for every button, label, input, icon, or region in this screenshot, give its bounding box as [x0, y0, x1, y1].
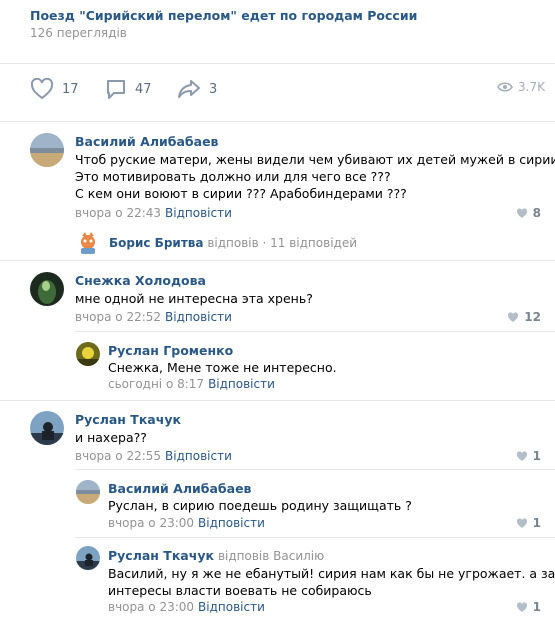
divider	[0, 400, 555, 401]
comment-meta: вчора о 22:55 Відповісти	[75, 449, 232, 463]
comment-like-button[interactable]: 1	[516, 516, 541, 530]
comment-meta: вчора о 22:52 Відповісти	[75, 310, 232, 324]
like-count: 1	[532, 449, 541, 463]
reply-button[interactable]: Відповісти	[198, 516, 265, 530]
comment-text-line: мне одной не интересна эта хрень?	[75, 291, 313, 306]
comment-text-line: Василий, ну я же не ебанутый! сирия нам …	[108, 566, 555, 581]
comment-text-line: и нахера??	[75, 430, 147, 445]
like-count: 12	[524, 310, 541, 324]
comment-time[interactable]: вчора о 23:00	[108, 516, 194, 530]
comment-time[interactable]: сьогодні о 8:17	[108, 377, 204, 391]
comment-meta: сьогодні о 8:17 Відповісти	[108, 377, 275, 391]
reply-button[interactable]: Відповісти	[208, 377, 275, 391]
divider	[75, 537, 555, 538]
comment-author[interactable]: Руслан Громенко	[108, 343, 233, 358]
comment-icon	[107, 80, 125, 99]
share-button[interactable]: 3	[177, 78, 217, 100]
views-count: 3.7K	[518, 80, 545, 94]
post-actions: 17 47 3 3.7K	[30, 78, 545, 102]
comment-like-button[interactable]: 8	[516, 206, 541, 220]
comment-author[interactable]: Василий Алибабаев	[108, 481, 251, 496]
avatar[interactable]	[76, 480, 100, 504]
like-count: 17	[62, 81, 79, 97]
comment-button[interactable]: 47	[105, 78, 152, 100]
heart-icon	[516, 450, 527, 461]
reply-button[interactable]: Відповісти	[198, 600, 265, 614]
share-count: 3	[209, 81, 218, 97]
comment-like-button[interactable]: 1	[516, 600, 541, 614]
comment-like-button[interactable]: 12	[507, 310, 541, 324]
comment-author[interactable]: Снежка Холодова	[75, 273, 206, 288]
like-count: 1	[532, 516, 541, 530]
avatar[interactable]	[76, 231, 100, 255]
heart-icon	[30, 78, 54, 100]
comment-count: 47	[135, 81, 152, 97]
post-views: 126 переглядів	[30, 26, 127, 40]
comment-text-line: Это мотивировать должно или для чего все…	[75, 169, 391, 184]
heart-icon	[508, 311, 519, 322]
comment-text-line: Снежка, Мене тоже не интересно.	[108, 360, 337, 375]
reply-button[interactable]: Відповісти	[165, 310, 232, 324]
divider	[0, 121, 555, 122]
avatar[interactable]	[30, 133, 64, 167]
post-title[interactable]: Поезд "Сирийский перелом" едет по города…	[30, 8, 417, 23]
heart-icon	[516, 207, 527, 218]
comment-meta: вчора о 23:00 Відповісти	[108, 600, 265, 614]
comment-author[interactable]: Василий Алибабаев	[75, 134, 218, 149]
reply-button[interactable]: Відповісти	[165, 449, 232, 463]
divider	[75, 331, 555, 332]
comment-time[interactable]: вчора о 22:43	[75, 206, 161, 220]
heart-icon	[516, 601, 527, 612]
comment-time[interactable]: вчора о 22:55	[75, 449, 161, 463]
comment-meta: вчора о 22:43 Відповісти	[75, 206, 232, 220]
views-counter: 3.7K	[497, 80, 545, 94]
thread-count[interactable]: · 11 відповідей	[263, 236, 358, 250]
comment-text-line: Руслан, в сирию поедешь родину защищать …	[108, 498, 412, 513]
comment-time[interactable]: вчора о 23:00	[108, 600, 194, 614]
thread-summary[interactable]: Борис Бритва відповів · 11 відповідей	[109, 236, 357, 250]
like-count: 8	[532, 206, 541, 220]
avatar[interactable]	[30, 411, 64, 445]
share-icon	[178, 80, 200, 98]
like-count: 1	[532, 600, 541, 614]
heart-icon	[516, 517, 527, 528]
comment-author[interactable]: Руслан Ткачук	[108, 548, 214, 563]
like-button[interactable]: 17	[30, 78, 79, 100]
comment-text-line: С кем они воюют в сирии ??? Арабобиндера…	[75, 186, 407, 201]
comment-meta: вчора о 23:00 Відповісти	[108, 516, 265, 530]
comment-text-line: интересы власти воевать не собираюсь	[108, 583, 372, 598]
comment-text-line: Чтоб руские матери, жены видели чем убив…	[75, 152, 555, 167]
eye-icon	[497, 82, 513, 92]
thread-replied: відповів	[207, 236, 259, 250]
thread-author[interactable]: Борис Бритва	[109, 236, 203, 250]
avatar[interactable]	[30, 272, 64, 306]
divider	[0, 63, 555, 64]
avatar[interactable]	[76, 342, 100, 366]
divider	[75, 469, 555, 470]
avatar[interactable]	[76, 546, 100, 570]
divider	[0, 260, 555, 261]
replied-to[interactable]: відповів Василію	[218, 549, 324, 563]
comment-like-button[interactable]: 1	[516, 449, 541, 463]
comment-author[interactable]: Руслан Ткачук	[75, 412, 181, 427]
reply-header: Руслан Ткачук відповів Василію	[108, 548, 324, 563]
reply-button[interactable]: Відповісти	[165, 206, 232, 220]
comment-time[interactable]: вчора о 22:52	[75, 310, 161, 324]
